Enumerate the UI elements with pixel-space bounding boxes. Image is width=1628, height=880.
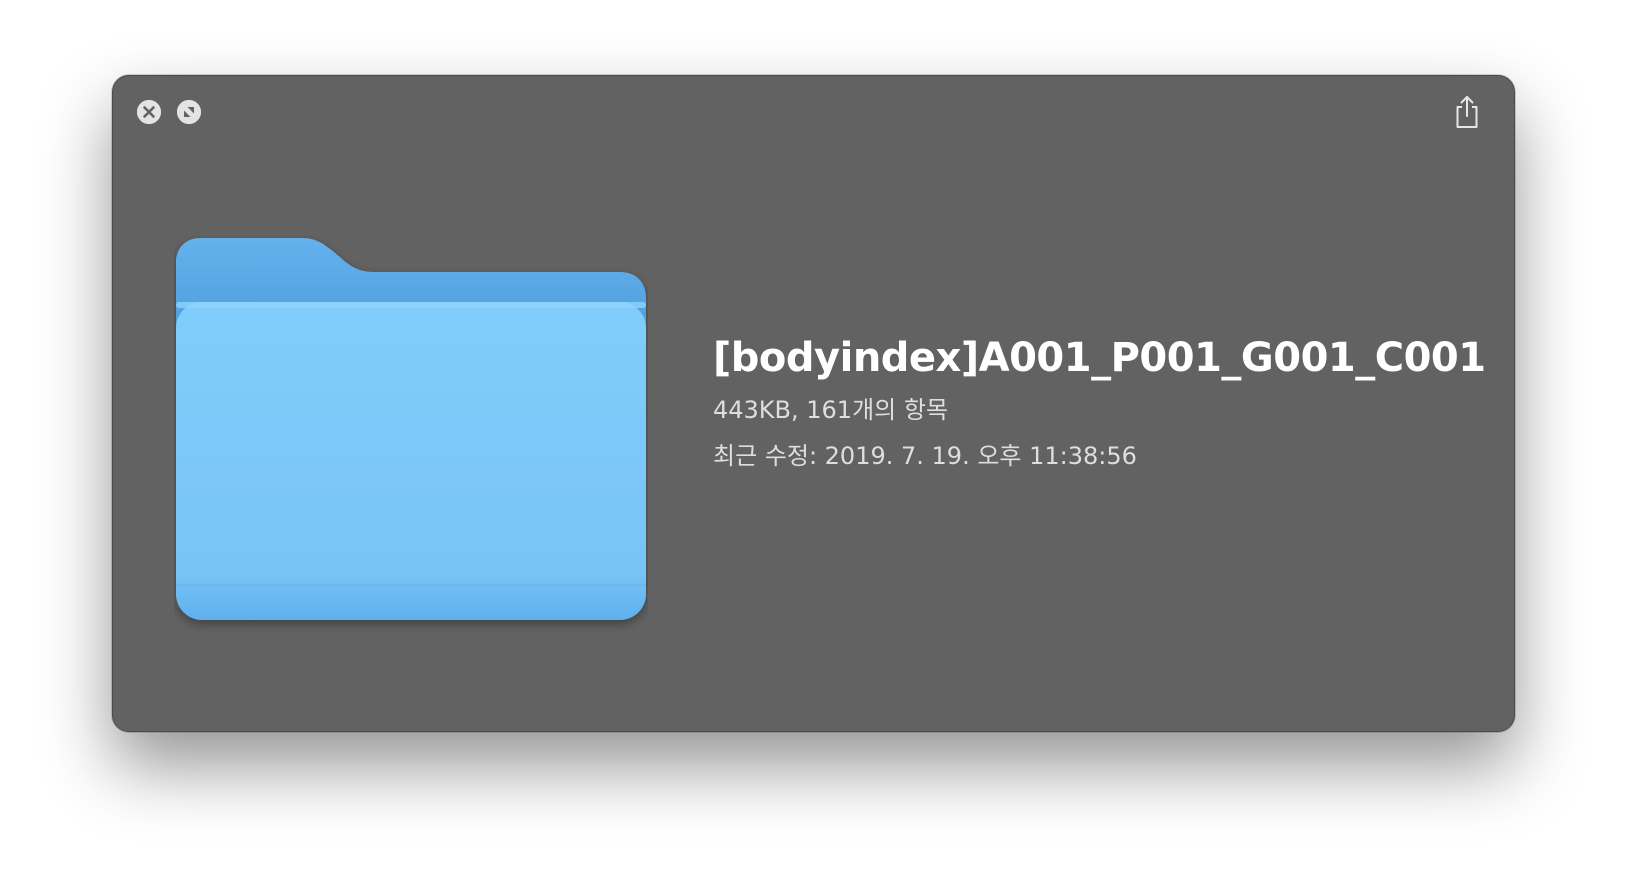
fullscreen-button[interactable] [177,100,201,124]
fullscreen-icon [177,100,201,124]
modified-date: 최근 수정: 2019. 7. 19. 오후 11:38:56 [713,442,1137,470]
share-button[interactable] [1452,94,1482,130]
file-size-and-count: 443KB, 161개의 항목 [713,396,949,424]
quick-look-window: [bodyindex]A001_P001_G001_C001 443KB, 16… [112,75,1515,732]
close-button[interactable] [137,100,161,124]
file-info: [bodyindex]A001_P001_G001_C001 443KB, 16… [713,334,1486,472]
share-icon [1456,96,1478,128]
close-icon [137,100,161,124]
folder-icon [174,236,648,636]
file-name: [bodyindex]A001_P001_G001_C001 [713,335,1486,381]
window-controls [137,100,201,124]
